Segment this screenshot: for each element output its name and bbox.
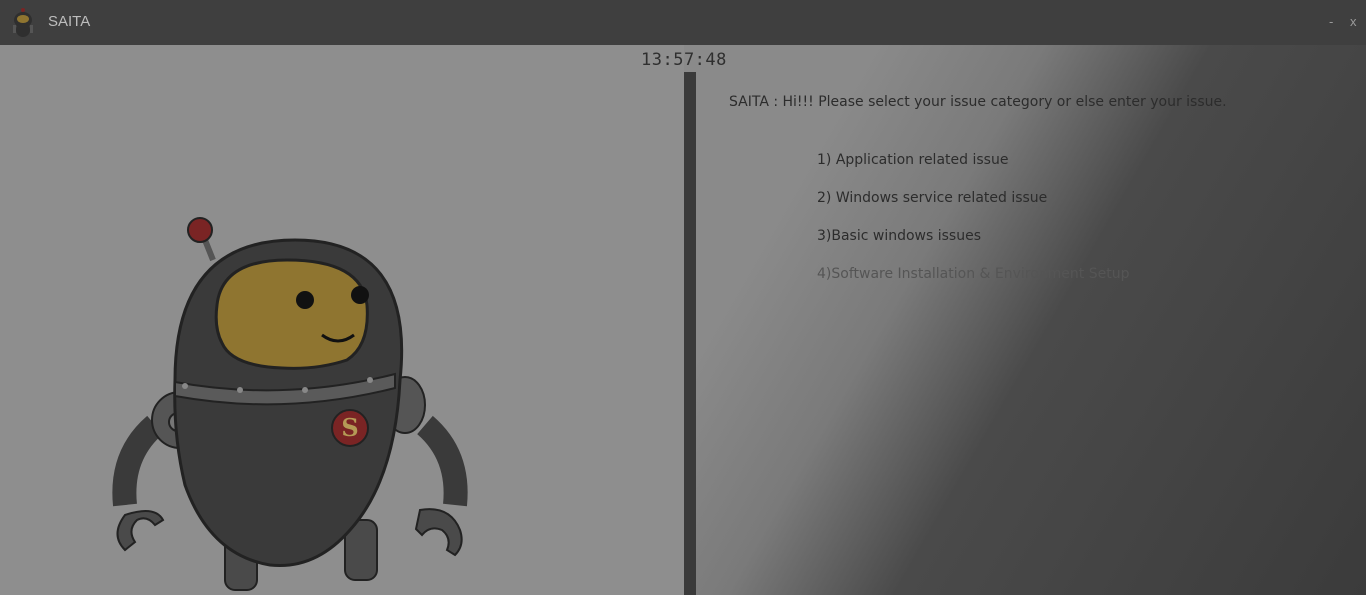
option-windows-service-issue[interactable]: 2) Windows service related issue bbox=[817, 190, 1129, 228]
chat-panel: SAITA : Hi!!! Please select your issue c… bbox=[729, 94, 1349, 282]
robot-logo-icon bbox=[13, 8, 33, 37]
option-basic-windows-issues[interactable]: 3)Basic windows issues bbox=[817, 228, 1129, 266]
window-title: SAITA bbox=[48, 13, 91, 30]
main-area: S 13:57:48 SAITA : Hi!!! Please select y… bbox=[0, 45, 1366, 595]
title-bar: SAITA - x bbox=[0, 0, 1366, 45]
robot-mascot-image: S bbox=[112, 217, 468, 591]
clock-display: 13:57:48 bbox=[641, 50, 727, 70]
option-application-issue[interactable]: 1) Application related issue bbox=[817, 152, 1129, 190]
minimize-button[interactable]: - bbox=[1329, 14, 1333, 29]
mascot-pane: S bbox=[0, 45, 684, 595]
robot-badge-letter: S bbox=[341, 413, 358, 442]
close-button[interactable]: x bbox=[1350, 14, 1357, 29]
bot-message: SAITA : Hi!!! Please select your issue c… bbox=[729, 94, 1227, 110]
pane-divider bbox=[684, 72, 696, 595]
issue-category-list: 1) Application related issue 2) Windows … bbox=[817, 152, 1129, 304]
option-software-installation[interactable]: 4)Software Installation & Environment Se… bbox=[817, 266, 1129, 304]
